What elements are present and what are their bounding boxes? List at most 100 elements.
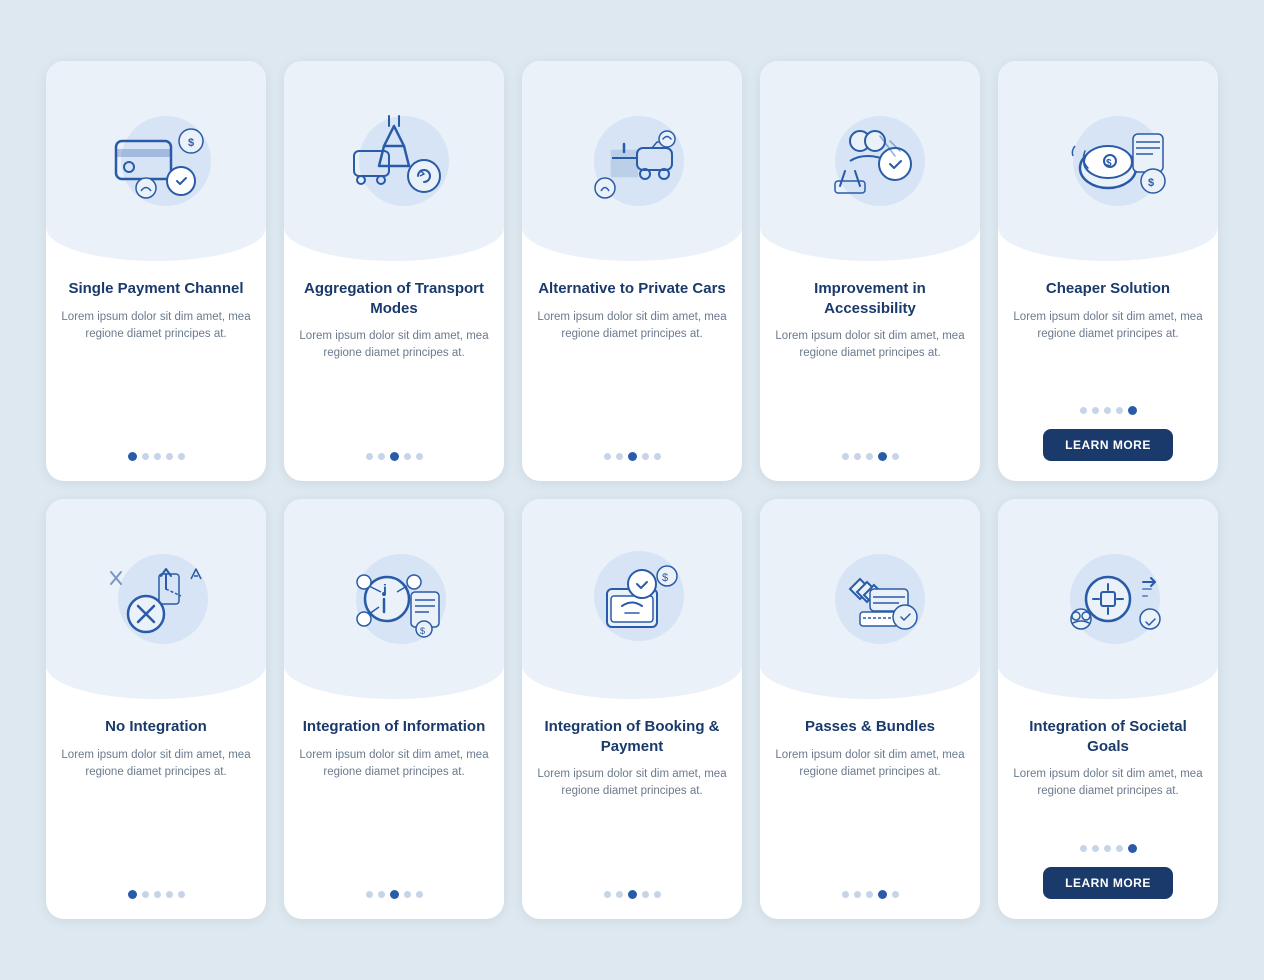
dot-4 [1128, 844, 1137, 853]
dot-0 [128, 890, 137, 899]
dot-1 [142, 891, 149, 898]
svg-text:$: $ [1148, 177, 1154, 189]
card-pagination-dots [128, 452, 185, 461]
dot-0 [842, 891, 849, 898]
dot-4 [416, 891, 423, 898]
card-description: Lorem ipsum dolor sit dim amet, mea regi… [998, 309, 1218, 407]
dot-2 [1104, 407, 1111, 414]
card-illustration [46, 499, 266, 699]
card-pagination-dots [604, 890, 661, 899]
card-illustration [998, 499, 1218, 699]
card-description: Lorem ipsum dolor sit dim amet, mea regi… [46, 747, 266, 877]
card-title: Alternative to Private Cars [524, 279, 740, 299]
card-illustration: $ $ [998, 61, 1218, 261]
dot-3 [878, 890, 887, 899]
dot-0 [604, 891, 611, 898]
card-description: Lorem ipsum dolor sit dim amet, mea regi… [284, 747, 504, 877]
card-societal-goals: Integration of Societal Goals Lorem ipsu… [998, 499, 1218, 919]
dot-1 [1092, 845, 1099, 852]
dot-2 [154, 891, 161, 898]
dot-0 [366, 453, 373, 460]
dot-1 [854, 891, 861, 898]
dot-1 [378, 453, 385, 460]
dot-2 [628, 890, 637, 899]
dot-4 [178, 453, 185, 460]
card-title: No Integration [91, 717, 221, 737]
card-title: Integration of Societal Goals [998, 717, 1218, 756]
card-pagination-dots [1080, 406, 1137, 415]
card-aggregation-transport: Aggregation of Transport Modes Lorem ips… [284, 61, 504, 481]
card-title: Integration of Information [289, 717, 499, 737]
card-alternative-cars: Alternative to Private Cars Lorem ipsum … [522, 61, 742, 481]
svg-text:$: $ [662, 572, 668, 584]
card-pagination-dots [1080, 844, 1137, 853]
learn-more-button[interactable]: LEARN MORE [1043, 867, 1173, 899]
card-title: Single Payment Channel [54, 279, 257, 299]
card-title: Passes & Bundles [791, 717, 949, 737]
dot-2 [390, 452, 399, 461]
dot-4 [892, 891, 899, 898]
dot-2 [628, 452, 637, 461]
card-description: Lorem ipsum dolor sit dim amet, mea regi… [998, 766, 1218, 844]
dot-2 [154, 453, 161, 460]
dot-1 [616, 453, 623, 460]
dot-3 [878, 452, 887, 461]
card-description: Lorem ipsum dolor sit dim amet, mea regi… [522, 766, 742, 876]
card-illustration [760, 499, 980, 699]
card-pagination-dots [128, 890, 185, 899]
card-title: Improvement in Accessibility [760, 279, 980, 318]
dot-0 [1080, 407, 1087, 414]
card-pagination-dots [842, 890, 899, 899]
dot-1 [142, 453, 149, 460]
dot-2 [866, 891, 873, 898]
dot-0 [366, 891, 373, 898]
svg-text:$: $ [1106, 158, 1112, 169]
card-description: Lorem ipsum dolor sit dim amet, mea regi… [284, 328, 504, 438]
dot-2 [1104, 845, 1111, 852]
card-description: Lorem ipsum dolor sit dim amet, mea regi… [522, 309, 742, 439]
card-info-integration: i $ Integration of Information Lorem ips… [284, 499, 504, 919]
dot-2 [390, 890, 399, 899]
card-title: Cheaper Solution [1032, 279, 1184, 299]
card-illustration [760, 61, 980, 261]
svg-text:$: $ [188, 137, 194, 149]
dot-0 [1080, 845, 1087, 852]
learn-more-button[interactable]: LEARN MORE [1043, 429, 1173, 461]
dot-0 [842, 453, 849, 460]
card-pagination-dots [842, 452, 899, 461]
dot-1 [616, 891, 623, 898]
card-booking-payment: $ Integration of Booking & Payment Lorem… [522, 499, 742, 919]
card-no-integration: No Integration Lorem ipsum dolor sit dim… [46, 499, 266, 919]
dot-3 [166, 891, 173, 898]
card-illustration: i $ [284, 499, 504, 699]
card-illustration [522, 61, 742, 261]
dot-3 [404, 453, 411, 460]
dot-4 [892, 453, 899, 460]
dot-4 [654, 891, 661, 898]
dot-4 [1128, 406, 1137, 415]
cards-grid: $ Single Payment Channel Lorem ipsum dol… [46, 61, 1218, 919]
dot-2 [866, 453, 873, 460]
card-accessibility: Improvement in Accessibility Lorem ipsum… [760, 61, 980, 481]
card-passes-bundles: Passes & Bundles Lorem ipsum dolor sit d… [760, 499, 980, 919]
card-description: Lorem ipsum dolor sit dim amet, mea regi… [46, 309, 266, 439]
dot-1 [1092, 407, 1099, 414]
card-pagination-dots [366, 452, 423, 461]
card-title: Aggregation of Transport Modes [284, 279, 504, 318]
card-pagination-dots [366, 890, 423, 899]
card-description: Lorem ipsum dolor sit dim amet, mea regi… [760, 747, 980, 877]
card-pagination-dots [604, 452, 661, 461]
card-illustration [284, 61, 504, 261]
dot-0 [128, 452, 137, 461]
svg-text:$: $ [420, 626, 425, 636]
dot-3 [642, 891, 649, 898]
card-illustration: $ [522, 499, 742, 699]
dot-3 [1116, 845, 1123, 852]
card-cheaper: $ $ Cheaper Solution Lorem ipsum dolor s… [998, 61, 1218, 481]
dot-4 [178, 891, 185, 898]
dot-3 [166, 453, 173, 460]
dot-1 [854, 453, 861, 460]
dot-3 [642, 453, 649, 460]
dot-1 [378, 891, 385, 898]
card-single-payment: $ Single Payment Channel Lorem ipsum dol… [46, 61, 266, 481]
